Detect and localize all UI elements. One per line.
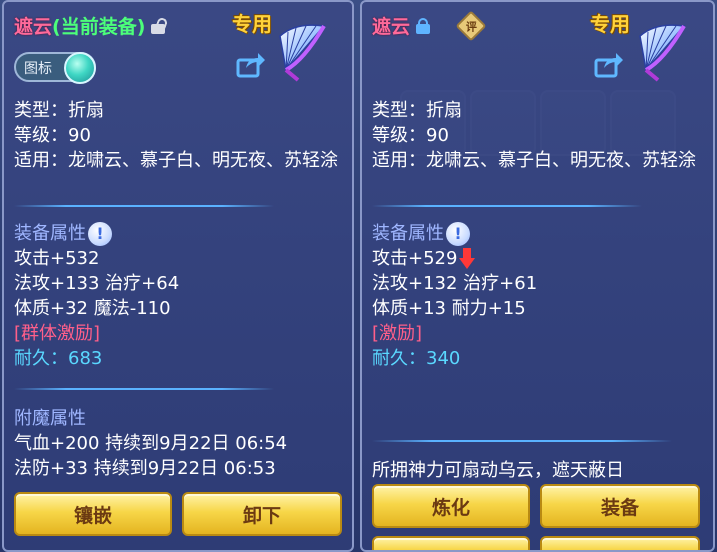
- durability-label: 耐久：: [372, 348, 426, 369]
- exclusive-tag: 专用: [590, 12, 630, 36]
- durability-line: 耐久：683: [14, 346, 179, 371]
- folding-fan-icon: [279, 24, 326, 82]
- exclusive-tag: 专用: [232, 12, 272, 36]
- item-title: 遮云 (当前装备): [14, 12, 169, 39]
- attr-section-label: 装备属性: [14, 223, 86, 244]
- more-button-partial[interactable]: [372, 536, 530, 550]
- attr-line: 法攻+132 治疗+61: [372, 273, 538, 294]
- more-button-partial[interactable]: [540, 536, 700, 550]
- equipped-status: (当前装备): [52, 16, 146, 38]
- section-divider: [372, 440, 672, 442]
- durability-value: 683: [68, 348, 103, 369]
- section-divider: [14, 388, 274, 390]
- durability-line: 耐久：340: [372, 346, 537, 371]
- inlay-button[interactable]: 镶嵌: [14, 492, 172, 536]
- equipment-attributes: 装备属性 ! 攻击+529 法攻+132 治疗+61 体质+13 耐力+15 […: [372, 221, 537, 371]
- item-title: 遮云 评: [372, 9, 487, 42]
- enchant-line: 法防+33 持续到9月22日 06:53: [14, 458, 276, 479]
- type-line: 类型：折扇: [14, 100, 104, 121]
- attr-section-title: 装备属性 !: [372, 221, 537, 246]
- section-divider: [372, 205, 642, 207]
- item-name: 遮云: [372, 16, 411, 38]
- unequip-button[interactable]: 卸下: [182, 492, 342, 536]
- equipment-attributes: 装备属性 ! 攻击+532 法攻+133 治疗+64 体质+32 魔法-110 …: [14, 221, 179, 371]
- bonus-effect: [激励]: [372, 323, 423, 344]
- equip-button[interactable]: 装备: [540, 484, 700, 528]
- refine-button[interactable]: 炼化: [372, 484, 530, 528]
- evaluate-label: 评: [465, 19, 477, 33]
- level-line: 等级：90: [14, 125, 91, 146]
- evaluate-badge[interactable]: 评: [455, 9, 487, 42]
- enchant-attributes: 附魔属性 气血+200 持续到9月22日 06:54 法防+33 持续到9月22…: [14, 406, 287, 481]
- lock-icon[interactable]: [416, 17, 431, 34]
- item-name: 遮云: [14, 16, 53, 38]
- toggle-label: 图标: [24, 61, 52, 77]
- level-line: 等级：90: [372, 125, 449, 146]
- share-icon[interactable]: [236, 52, 266, 78]
- item-description: 所拥神力可扇动乌云，遮天蔽日: [372, 460, 624, 481]
- usage-line: 适用：龙啸云、慕子白、明无夜、苏轻涂: [372, 150, 696, 171]
- section-divider: [14, 205, 274, 207]
- attr-section-title: 装备属性 !: [14, 221, 179, 246]
- current-equipment-panel: 遮云 (当前装备) 专用 图标 类型：折扇 等级：90 适用：龙啸云、慕子白、明…: [2, 0, 354, 552]
- bonus-effect: [群体激励]: [14, 323, 101, 344]
- compare-equipment-panel: 遮云 评 专用 类型：折扇 等级：90 适用：龙啸云、慕子白、明无夜、苏轻涂 装…: [360, 0, 715, 552]
- attr-line: 攻击+532: [14, 248, 100, 269]
- unlocked-lock-icon[interactable]: [151, 16, 169, 34]
- share-icon[interactable]: [594, 52, 624, 78]
- attr-line: 攻击+529: [372, 246, 537, 271]
- type-line: 类型：折扇: [372, 100, 462, 121]
- durability-label: 耐久：: [14, 348, 68, 369]
- durability-value: 340: [426, 348, 461, 369]
- icon-toggle[interactable]: 图标: [14, 52, 96, 84]
- toggle-knob: [64, 52, 96, 84]
- folding-fan-icon: [639, 24, 686, 82]
- enchant-section-title: 附魔属性: [14, 408, 86, 429]
- enchant-line: 气血+200 持续到9月22日 06:54: [14, 433, 288, 454]
- item-info: 类型：折扇 等级：90 适用：龙啸云、慕子白、明无夜、苏轻涂: [14, 98, 344, 173]
- attack-value: 攻击+529: [372, 248, 458, 269]
- item-info: 类型：折扇 等级：90 适用：龙啸云、慕子白、明无夜、苏轻涂: [372, 98, 702, 173]
- usage-line: 适用：龙啸云、慕子白、明无夜、苏轻涂: [14, 150, 338, 171]
- exclamation-icon[interactable]: !: [446, 221, 470, 246]
- exclamation-icon[interactable]: !: [88, 221, 112, 246]
- attr-line: 体质+13 耐力+15: [372, 298, 526, 319]
- down-arrow-icon: [459, 248, 476, 270]
- attr-line: 法攻+133 治疗+64: [14, 273, 180, 294]
- attr-section-label: 装备属性: [372, 223, 444, 244]
- attr-line: 体质+32 魔法-110: [14, 298, 171, 319]
